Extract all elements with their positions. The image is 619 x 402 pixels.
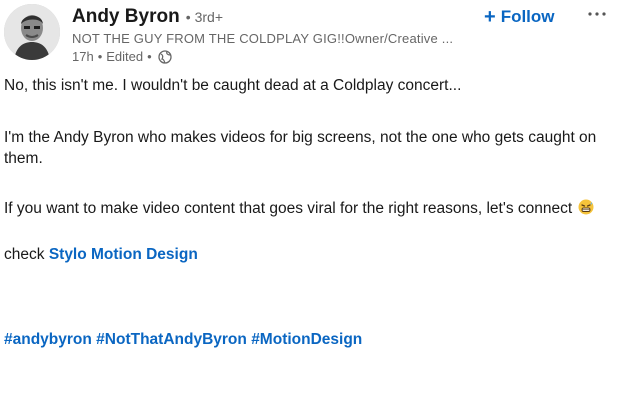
more-options-button[interactable] bbox=[584, 4, 610, 24]
connection-degree: • 3rd+ bbox=[186, 9, 223, 25]
author-info: Andy Byron • 3rd+ NOT THE GUY FROM THE CO… bbox=[72, 6, 492, 64]
author-name-line: Andy Byron • 3rd+ bbox=[72, 6, 492, 28]
post-meta: 17h • Edited • bbox=[72, 49, 492, 64]
degree-label: 3rd+ bbox=[194, 9, 224, 25]
grimacing-sweat-emoji bbox=[578, 199, 594, 215]
separator-dot: • bbox=[147, 49, 152, 64]
post-time: 17h bbox=[72, 49, 94, 64]
author-headline: NOT THE GUY FROM THE COLDPLAY GIG!!Owner… bbox=[72, 31, 454, 46]
hashtag-list: #andybyron #NotThatAndyByron #MotionDesi… bbox=[4, 331, 362, 349]
hashtag-notthatandybyron[interactable]: #NotThatAndyByron bbox=[96, 331, 247, 348]
post-card: Andy Byron • 3rd+ NOT THE GUY FROM THE CO… bbox=[0, 0, 619, 402]
hashtag-andybyron[interactable]: #andybyron bbox=[4, 331, 92, 348]
follow-button[interactable]: + Follow bbox=[484, 5, 555, 29]
author-name[interactable]: Andy Byron bbox=[72, 6, 180, 28]
separator-dot: • bbox=[97, 49, 103, 64]
avatar[interactable] bbox=[4, 4, 60, 60]
post-paragraph-4: check Stylo Motion Design bbox=[4, 244, 604, 265]
ellipsis-icon bbox=[588, 12, 606, 16]
post-body: No, this isn't me. I wouldn't be caught … bbox=[4, 75, 604, 265]
plus-icon: + bbox=[484, 6, 496, 28]
post-header: Andy Byron • 3rd+ NOT THE GUY FROM THE CO… bbox=[0, 0, 619, 76]
follow-label: Follow bbox=[500, 7, 555, 26]
hashtag-motiondesign[interactable]: #MotionDesign bbox=[251, 331, 362, 348]
post-paragraph-2: I'm the Andy Byron who makes videos for … bbox=[4, 129, 597, 167]
avatar-photo bbox=[4, 4, 60, 60]
globe-icon bbox=[158, 49, 172, 64]
post-paragraph-1: No, this isn't me. I wouldn't be caught … bbox=[4, 77, 462, 94]
edited-label: Edited bbox=[106, 49, 144, 64]
check-prefix: check bbox=[4, 246, 45, 263]
post-paragraph-3-text: If you want to make video content that g… bbox=[4, 200, 573, 217]
post-paragraph-3: If you want to make video content that g… bbox=[4, 198, 604, 219]
stylo-motion-design-link[interactable]: Stylo Motion Design bbox=[49, 246, 198, 263]
separator-dot: • bbox=[185, 9, 191, 25]
